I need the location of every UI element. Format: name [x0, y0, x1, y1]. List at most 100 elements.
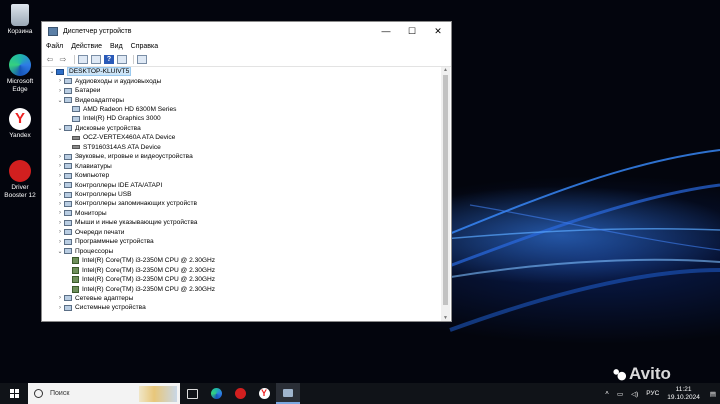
device-item[interactable]: Intel(R) Core(TM) i3-2350M CPU @ 2.30GHz — [64, 256, 215, 265]
expand-chevron-down-icon[interactable]: ⌄ — [48, 68, 56, 75]
desktop-icon-recycle-bin[interactable]: Корзина — [3, 4, 37, 36]
expand-chevron-right-icon[interactable]: › — [56, 210, 64, 216]
scrollbar-thumb[interactable] — [443, 75, 448, 305]
tree-item-label: Батареи — [75, 87, 101, 95]
expand-chevron-right-icon[interactable]: › — [56, 201, 64, 207]
device-category[interactable]: › Контроллеры USB — [56, 190, 132, 199]
driver-booster-icon — [234, 388, 246, 399]
device-category-icon — [64, 97, 72, 104]
taskbar-device-manager[interactable] — [276, 383, 300, 404]
minimize-button[interactable]: — — [373, 22, 399, 40]
tree-item-label: Звуковые, игровые и видеоустройства — [75, 153, 193, 161]
device-category-icon — [64, 229, 72, 236]
back-arrow-icon[interactable]: ⇦ — [45, 55, 55, 64]
properties-icon[interactable] — [78, 55, 88, 64]
help-icon[interactable]: ? — [104, 55, 114, 64]
desktop-icon-yandex[interactable]: Y Yandex — [3, 108, 37, 140]
device-tree: ⌄ DESKTOP-KLUIVT5 › Аудиовходы и аудиовыход… — [42, 67, 441, 321]
device-item[interactable]: Intel(R) HD Graphics 3000 — [64, 114, 161, 123]
computer-root-node[interactable]: ⌄ DESKTOP-KLUIVT5 — [48, 67, 132, 77]
desktop-icon-driver-booster[interactable]: Driver Booster 12 — [3, 160, 37, 200]
device-category[interactable]: › Батареи — [56, 86, 100, 95]
menu-help[interactable]: Справка — [131, 43, 158, 50]
tree-item-label: Intel(R) HD Graphics 3000 — [83, 115, 161, 123]
device-manager-icon — [283, 388, 293, 397]
forward-arrow-icon[interactable]: ⇨ — [58, 55, 68, 64]
avito-logo-icon — [612, 367, 626, 381]
search-placeholder: Поиск — [50, 390, 70, 397]
device-category[interactable]: › Очереди печати — [56, 228, 124, 237]
network-icon[interactable]: ▭ — [617, 390, 623, 398]
device-category[interactable]: › Мыши и иные указывающие устройства — [56, 218, 197, 227]
expand-chevron-right-icon[interactable]: › — [56, 229, 64, 235]
device-item[interactable]: OCZ-VERTEX460A ATA Device — [64, 133, 175, 142]
scroll-up-arrow-icon[interactable]: ▲ — [441, 67, 450, 73]
expand-chevron-right-icon[interactable]: › — [56, 154, 64, 160]
menu-view[interactable]: Вид — [110, 43, 123, 50]
clock[interactable]: 11:21 19.10.2024 — [667, 386, 700, 402]
scroll-down-arrow-icon[interactable]: ▼ — [441, 315, 450, 321]
expand-chevron-right-icon[interactable]: › — [56, 88, 64, 94]
device-category[interactable]: › Контроллеры запоминающих устройств — [56, 199, 197, 208]
driver-booster-icon — [9, 160, 31, 182]
expand-chevron-right-icon[interactable]: › — [56, 173, 64, 179]
device-category[interactable]: ⌄ Дисковые устройства — [56, 124, 140, 133]
device-category[interactable]: › Системные устройства — [56, 303, 146, 312]
watermark-text: Avito — [629, 364, 671, 383]
title-bar[interactable]: Диспетчер устройств — ☐ ✕ — [42, 22, 451, 40]
taskbar-driver-booster[interactable] — [228, 383, 252, 404]
expand-chevron-right-icon[interactable]: › — [56, 78, 64, 84]
volume-icon[interactable]: ◁) — [631, 390, 638, 398]
update-driver-icon[interactable] — [91, 55, 101, 64]
tree-item-label: Программные устройства — [75, 238, 154, 246]
start-button[interactable] — [0, 383, 28, 404]
expand-chevron-right-icon[interactable]: › — [56, 220, 64, 226]
close-button[interactable]: ✕ — [425, 22, 451, 40]
tree-item-label: Клавиатуры — [75, 162, 112, 170]
expand-chevron-down-icon[interactable]: ⌄ — [56, 97, 64, 104]
taskbar-search-box[interactable]: Поиск — [28, 383, 180, 404]
device-category-icon — [64, 163, 72, 170]
device-item[interactable]: Intel(R) Core(TM) i3-2350M CPU @ 2.30GHz — [64, 275, 215, 284]
device-category[interactable]: › Программные устройства — [56, 237, 154, 246]
device-item[interactable]: ST9160314AS ATA Device — [64, 143, 161, 152]
taskbar-task-view[interactable] — [180, 383, 204, 404]
device-category[interactable]: › Мониторы — [56, 209, 107, 218]
taskbar-edge[interactable] — [204, 383, 228, 404]
device-item[interactable]: Intel(R) Core(TM) i3-2350M CPU @ 2.30GHz — [64, 284, 215, 293]
device-category[interactable]: › Компьютер — [56, 171, 109, 180]
desktop-icon-label: Booster 12 — [4, 192, 36, 199]
expand-chevron-right-icon[interactable]: › — [56, 295, 64, 301]
device-category[interactable]: › Сетевые адаптеры — [56, 294, 133, 303]
device-category-icon — [64, 191, 72, 198]
expand-chevron-right-icon[interactable]: › — [56, 239, 64, 245]
device-category[interactable]: › Звуковые, игровые и видеоустройства — [56, 152, 193, 161]
device-category[interactable]: › Контроллеры IDE ATA/ATAPI — [56, 180, 162, 189]
language-indicator[interactable]: РУС — [646, 390, 659, 397]
expand-chevron-down-icon[interactable]: ⌄ — [56, 248, 64, 255]
notifications-icon[interactable]: ▤ — [710, 390, 716, 398]
device-category[interactable]: ⌄ Видеоадаптеры — [56, 95, 124, 104]
expand-chevron-down-icon[interactable]: ⌄ — [56, 125, 64, 132]
show-hidden-icon[interactable] — [117, 55, 127, 64]
scan-hardware-icon[interactable] — [137, 55, 147, 64]
device-category[interactable]: ⌄ Процессоры — [56, 247, 113, 256]
expand-chevron-right-icon[interactable]: › — [56, 305, 64, 311]
menu-action[interactable]: Действие — [71, 43, 102, 50]
menu-file[interactable]: Файл — [46, 43, 63, 50]
device-item[interactable]: Intel(R) Core(TM) i3-2350M CPU @ 2.30GHz — [64, 265, 215, 274]
yandex-browser-icon: Y — [258, 388, 270, 399]
expand-chevron-right-icon[interactable]: › — [56, 182, 64, 188]
tray-chevron-up-icon[interactable]: ˄ — [605, 390, 609, 397]
taskbar-yandex[interactable]: Y — [252, 383, 276, 404]
device-item[interactable]: AMD Radeon HD 6300M Series — [64, 105, 176, 114]
tree-item-label: Очереди печати — [75, 228, 125, 236]
expand-chevron-right-icon[interactable]: › — [56, 192, 64, 198]
device-category[interactable]: › Аудиовходы и аудиовыходы — [56, 76, 161, 85]
desktop-icon-edge[interactable]: Microsoft Edge — [3, 54, 37, 94]
maximize-button[interactable]: ☐ — [399, 22, 425, 40]
device-category[interactable]: › Клавиатуры — [56, 162, 112, 171]
tree-item-label: DESKTOP-KLUIVT5 — [67, 67, 132, 77]
expand-chevron-right-icon[interactable]: › — [56, 163, 64, 169]
vertical-scrollbar[interactable]: ▲ ▼ — [441, 67, 450, 321]
